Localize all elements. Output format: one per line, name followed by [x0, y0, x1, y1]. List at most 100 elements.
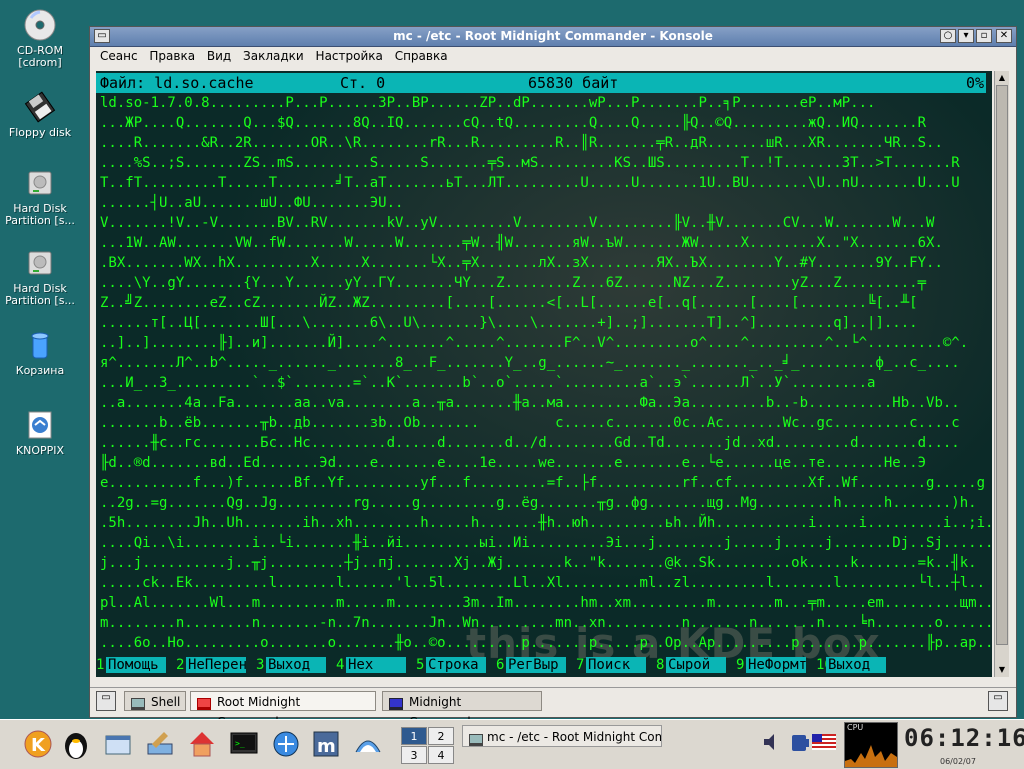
home-icon[interactable] — [184, 726, 220, 762]
trash-icon — [23, 328, 57, 362]
mc-icon[interactable]: m — [308, 726, 344, 762]
minimize-icon: ▾ — [963, 30, 969, 41]
maximize-button[interactable]: ▫ — [976, 29, 992, 43]
close-session-button[interactable]: ▭ — [988, 691, 1008, 711]
viewer-line: T..fT.........T.....T.......╛T..aT......… — [100, 175, 960, 191]
svg-text:K: K — [31, 735, 46, 756]
tux-icon[interactable] — [58, 726, 94, 762]
fkey-label: Сырой — [666, 657, 726, 673]
viewer-line: pl..Al.......Wl...m.........m.....m.....… — [100, 595, 992, 611]
new-session-button[interactable]: ▭ — [96, 691, 116, 711]
scroll-down-icon[interactable]: ▼ — [996, 664, 1008, 676]
floppy-icon — [23, 90, 57, 124]
viewer-line: ....\Y..gY.......{Y...Y......yY..ГY.....… — [100, 275, 927, 291]
konsole-icon[interactable]: >_ — [226, 726, 262, 762]
fkey-1[interactable]: 1 Помощь — [96, 657, 166, 677]
clock[interactable]: 06:12:16 — [904, 724, 1024, 756]
pager-desktop-4[interactable]: 4 — [428, 746, 454, 764]
menu-session[interactable]: Сеанс — [96, 47, 142, 65]
fkey-number: 7 — [576, 657, 585, 673]
terminal-scrollbar[interactable]: ▲ ▼ — [994, 71, 1009, 677]
klipper-icon[interactable] — [788, 730, 812, 754]
fkey-number: 10 — [816, 657, 833, 673]
desktop-icon-trash[interactable]: Корзина — [0, 328, 80, 377]
desktop-icon-harddisk-1[interactable]: Hard Disk Partition [s... — [0, 166, 80, 227]
viewer-line: ......┤U..aU.......шU..ФU.......ЭU.. — [100, 195, 404, 211]
fkey-6[interactable]: 6 РегВыр — [496, 657, 566, 677]
viewer-line: .BX.......WX..hX.........X.....X.......└… — [100, 255, 943, 271]
menu-view[interactable]: Вид — [203, 47, 235, 65]
desktop-pager: 1 2 3 4 — [399, 725, 457, 765]
window-title: mc - /etc - Root Midnight Commander - Ko… — [393, 29, 713, 43]
viewer-column: Ст. 0 — [340, 74, 386, 92]
fkey-label: Поиск — [586, 657, 646, 673]
openoffice-icon[interactable] — [350, 726, 386, 762]
fkey-number: 9 — [736, 657, 745, 673]
viewer-size: 65830 байт — [528, 74, 619, 92]
harddisk-icon — [23, 166, 57, 200]
sticky-button[interactable]: ○ — [940, 29, 956, 43]
menu-help[interactable]: Справка — [391, 47, 452, 65]
session-tabs: ▭ Shell Root Midnight Commander Midnight… — [90, 687, 1016, 729]
fkey-number: 2 — [176, 657, 185, 673]
viewer-line: ╟d..®d.......вd..Ed.......Эd....e.......… — [100, 455, 927, 471]
kmenu-button[interactable]: K — [20, 726, 56, 762]
fkey-10[interactable]: 10Выход — [816, 657, 886, 677]
viewer-line: Z..╝Z........eZ..cZ.......ЙZ..ЖZ........… — [100, 295, 918, 311]
menu-bookmarks[interactable]: Закладки — [239, 47, 308, 65]
viewer-percent: 0% — [966, 74, 985, 92]
tab-shell[interactable]: Shell — [124, 691, 186, 711]
pager-desktop-3[interactable]: 3 — [401, 746, 427, 764]
fkey-8[interactable]: 8 Сырой — [656, 657, 726, 677]
desktop-icon-label: Корзина — [15, 364, 65, 377]
close-button[interactable]: ✕ — [996, 29, 1012, 43]
fkey-2[interactable]: 2 НеПерен — [176, 657, 247, 677]
fkey-5[interactable]: 5 Строка — [416, 657, 486, 677]
desktop-icon-cdrom[interactable]: CD-ROM [cdrom] — [0, 8, 80, 69]
window-list-icon[interactable] — [100, 726, 136, 762]
menu-edit[interactable]: Правка — [145, 47, 199, 65]
konqueror-icon[interactable] — [268, 726, 304, 762]
viewer-line: ......т[..Ц[.......Ш[...\.......6\..U\..… — [100, 315, 918, 331]
us-flag-icon[interactable] — [812, 734, 836, 750]
taskbar-task-konsole[interactable]: mc - /etc - Root Midnight Commander — [462, 725, 662, 747]
scroll-up-icon[interactable]: ▲ — [996, 72, 1008, 84]
desktop-icon-label: KNOPPIX — [15, 444, 65, 457]
minimize-button[interactable]: ▾ — [958, 29, 974, 43]
desktop-icon-floppy[interactable]: Floppy disk — [0, 90, 80, 139]
desktop-icon-knoppix[interactable]: KNOPPIX — [0, 408, 80, 457]
close-session-icon: ▭ — [993, 692, 1003, 703]
fkey-7[interactable]: 7 Поиск — [576, 657, 646, 677]
fkey-number: 5 — [416, 657, 425, 673]
svg-text:m: m — [317, 736, 336, 757]
fkey-3[interactable]: 3 Выход — [256, 657, 326, 677]
desktop-icon-harddisk-2[interactable]: Hard Disk Partition [s... — [0, 246, 80, 307]
viewer-line: e..........f...)f......Bf..Yf.........yf… — [100, 475, 986, 491]
pager-desktop-1[interactable]: 1 — [401, 727, 427, 745]
fkey-label: Hex — [346, 657, 406, 673]
fkey-label: НеФормт — [746, 657, 808, 673]
function-key-bar: 1 Помощь 2 НеПерен 3 Выход 4 Hex 5 Строка 6 РегВыр 7… — [96, 657, 992, 677]
date: 06/02/07 — [940, 757, 976, 766]
menu-settings[interactable]: Настройка — [312, 47, 387, 65]
cpu-monitor[interactable]: CPU — [844, 722, 898, 768]
terminal-area[interactable]: this is a KDE box Файл: ld.so.cache Ст. … — [96, 71, 992, 677]
viewer-line: ..]..]........╟]..и].......Й]....^......… — [100, 335, 969, 351]
speaker-icon[interactable] — [760, 730, 784, 754]
window-titlebar[interactable]: ▭ mc - /etc - Root Midnight Commander - … — [90, 27, 1016, 47]
knoppix-icon — [23, 408, 57, 442]
pager-desktop-2[interactable]: 2 — [428, 727, 454, 745]
kcontrol-icon[interactable] — [142, 726, 178, 762]
tab-root-midnight-commander[interactable]: Root Midnight Commander — [190, 691, 376, 729]
viewer-line: m........n........n.......-n..7n.......J… — [100, 615, 992, 631]
scrollbar-thumb[interactable] — [996, 85, 1008, 645]
viewer-line: ......╫c..гc.......Бc..Hc.........d.....… — [100, 435, 960, 451]
viewer-line: ....%S..;S.......ZS..mS.........S.....S.… — [100, 155, 960, 171]
viewer-line: ...И_..3_.........`..$`.......=`..К`....… — [100, 375, 876, 391]
tab-label: Shell — [151, 695, 181, 709]
terminal-icon — [469, 731, 483, 746]
fkey-4[interactable]: 4 Hex — [336, 657, 406, 677]
fkey-9[interactable]: 9 НеФормт — [736, 657, 808, 677]
tab-midnight-commander[interactable]: Midnight Commander — [382, 691, 542, 729]
fkey-label: Выход — [266, 657, 326, 673]
